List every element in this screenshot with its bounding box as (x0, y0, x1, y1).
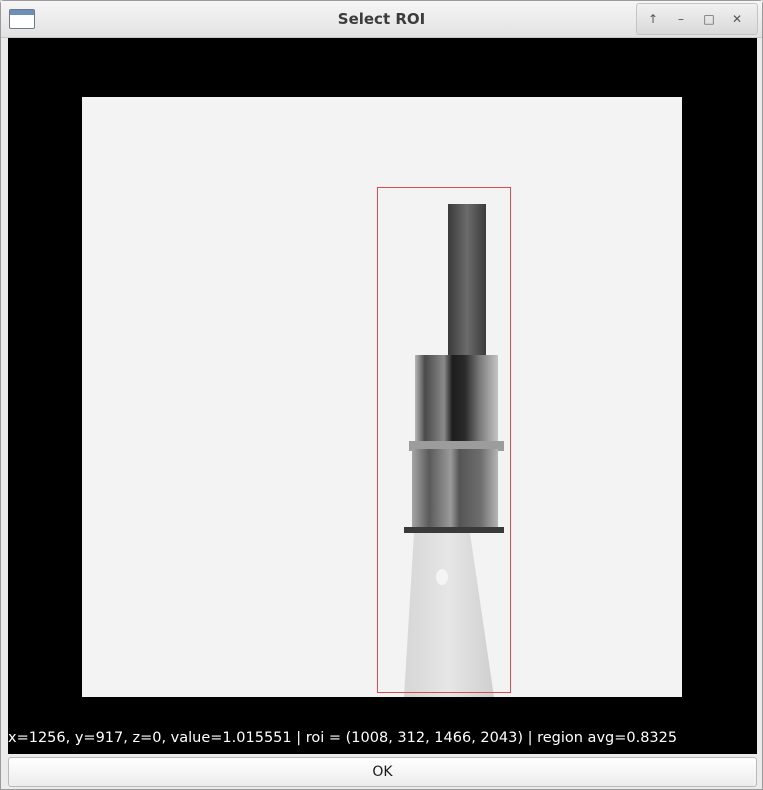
ok-button[interactable]: OK (8, 757, 757, 787)
status-text: x=1256, y=917, z=0, value=1.015551 | roi… (8, 730, 678, 746)
status-readout: x=1256, y=917, z=0, value=1.015551 | roi… (8, 722, 757, 754)
image-canvas[interactable]: ◢ (8, 38, 757, 737)
window-controls: ↑ – □ ✕ (636, 3, 758, 35)
close-icon[interactable]: ✕ (725, 8, 749, 30)
xray-image[interactable] (82, 97, 682, 697)
keep-above-icon[interactable]: ↑ (641, 8, 665, 30)
title-bar[interactable]: Select ROI ↑ – □ ✕ (1, 1, 762, 38)
select-roi-window: Select ROI ↑ – □ ✕ x=1256, y=917, z=0, v… (0, 0, 763, 790)
maximize-icon[interactable]: □ (697, 8, 721, 30)
minimize-icon[interactable]: – (669, 8, 693, 30)
roi-rectangle[interactable] (377, 187, 511, 693)
